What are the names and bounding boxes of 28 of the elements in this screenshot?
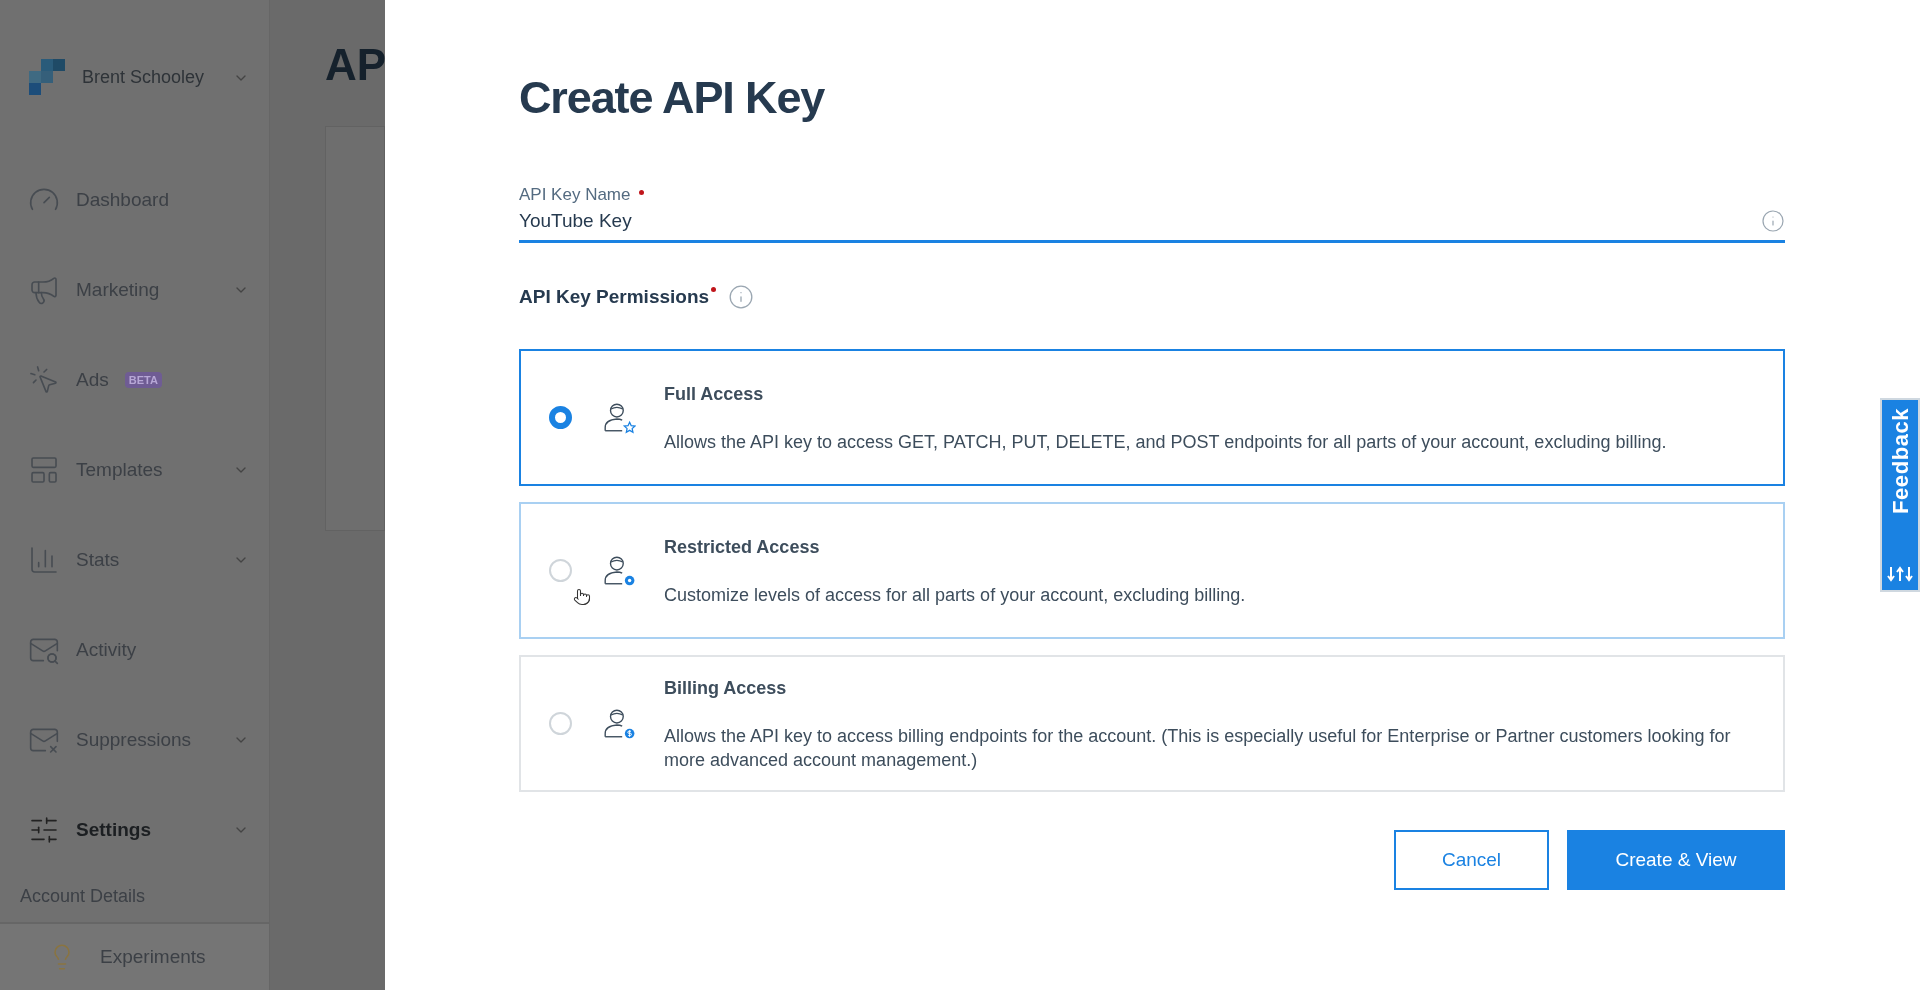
megaphone-icon — [28, 274, 60, 307]
permission-option[interactable]: Restricted Access Customize levels of access for all parts of your account, excluding billing. — [519, 502, 1785, 639]
account-name[interactable]: Brent Schooley — [82, 64, 217, 92]
option-title: Full Access — [664, 383, 765, 406]
option-description: Customize levels of access for all parts of your account, excluding billing. — [664, 584, 1246, 607]
beta-badge: BETA — [124, 371, 162, 389]
permission-option[interactable]: Billing Access Allows the API key to access billing endpoints for the account. (This is especially useful for Enterprise or Partner customers looking for more advanced account management.) — [519, 655, 1785, 792]
option-title: Billing Access — [664, 677, 788, 700]
cancel-button[interactable]: Cancel — [1394, 830, 1549, 890]
option-title: Restricted Access — [664, 536, 821, 559]
modal-title: Create API Key — [519, 71, 826, 125]
page-title: AP — [325, 39, 385, 91]
logo-icon — [28, 58, 66, 97]
permissions-label: API Key Permissions — [519, 284, 710, 309]
experiments-bar[interactable]: Experiments — [0, 922, 269, 990]
create-button[interactable]: Create & View — [1567, 830, 1785, 890]
permission-option[interactable]: Full Access Allows the API key to access GET, PATCH, PUT, DELETE, and POST endpoints for all parts of your account, excluding billing. — [519, 349, 1785, 486]
info-icon[interactable] — [728, 283, 755, 310]
option-description: Allows the API key to access GET, PATCH, PUT, DELETE, and POST endpoints for all parts of your account, excluding billing. — [664, 431, 1667, 454]
field-label: API Key Name — [519, 183, 631, 206]
field-value: YouTube Key — [519, 209, 633, 233]
option-description: Allows the API key to access billing endpoints for the account. (This is especially useful for Enterprise or Partner customers looking for more advanced account management.) — [664, 725, 1732, 772]
radio-button[interactable] — [549, 406, 572, 429]
api-key-name-field[interactable]: API Key Name YouTube Key — [519, 181, 1785, 243]
info-icon[interactable] — [1761, 209, 1785, 234]
feedback-tab[interactable]: Feedback — [1880, 398, 1920, 592]
sort-arrows-icon — [1887, 566, 1913, 582]
nav-item[interactable]: Settings — [0, 785, 269, 876]
